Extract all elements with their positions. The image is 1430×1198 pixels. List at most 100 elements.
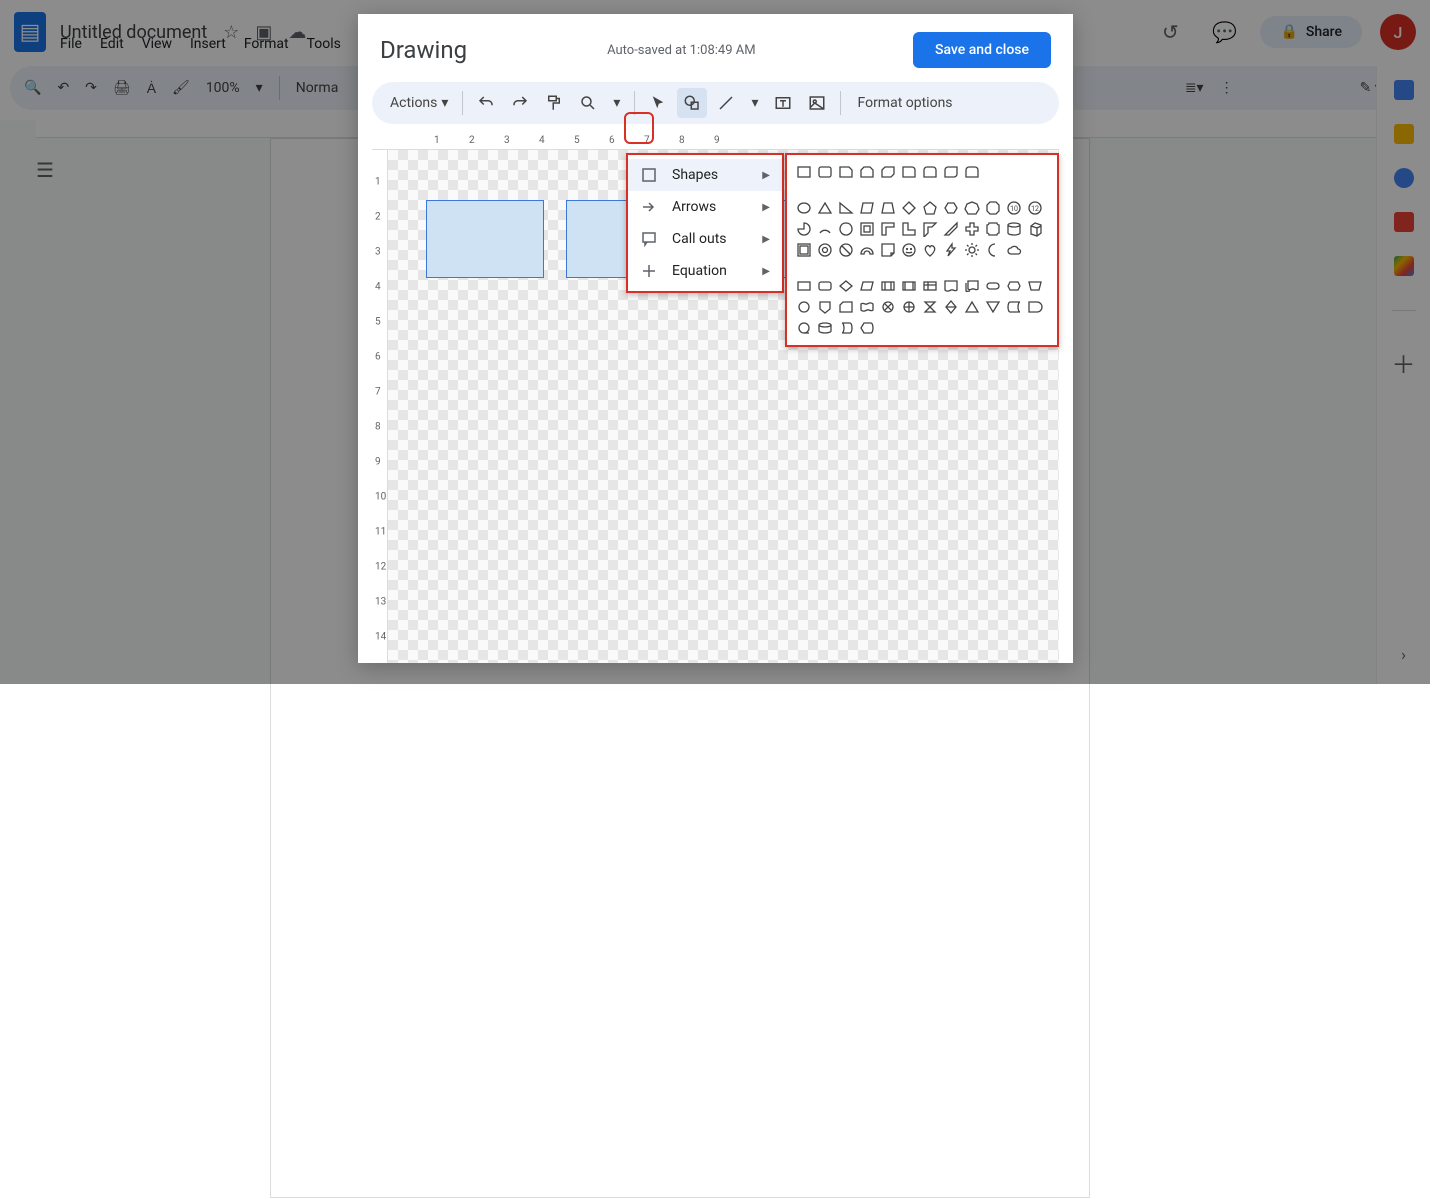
zoom-dropdown-icon[interactable]: ▾ <box>607 88 626 118</box>
shape-pentagon[interactable] <box>921 199 939 217</box>
submenu-arrow-icon: ▶ <box>762 266 770 277</box>
shape-flow-prep[interactable] <box>1005 277 1023 295</box>
shape-can[interactable] <box>1005 220 1023 238</box>
shape-flow-offpage[interactable] <box>816 298 834 316</box>
shape-flow-extract[interactable] <box>963 298 981 316</box>
shape-decagon[interactable]: 10 <box>1005 199 1023 217</box>
shape-lightning[interactable] <box>942 241 960 259</box>
shape-trapezoid[interactable] <box>879 199 897 217</box>
shape-flow-card[interactable] <box>837 298 855 316</box>
shape-flow-sort[interactable] <box>942 298 960 316</box>
arrows-menu-item[interactable]: Arrows ▶ <box>628 191 782 223</box>
shape-flow-roundrect[interactable] <box>816 277 834 295</box>
shape-heptagon[interactable] <box>963 199 981 217</box>
shape-block-arc[interactable] <box>858 241 876 259</box>
callouts-menu-item[interactable]: Call outs ▶ <box>628 223 782 255</box>
svg-text:12: 12 <box>1031 205 1039 213</box>
shape-round1[interactable] <box>900 163 918 181</box>
shape-diamond[interactable] <box>900 199 918 217</box>
shape-no-symbol[interactable] <box>837 241 855 259</box>
shape-cube[interactable] <box>1026 220 1044 238</box>
shape-teardrop[interactable] <box>837 220 855 238</box>
line-tool-icon[interactable] <box>711 88 741 118</box>
shape-smiley[interactable] <box>900 241 918 259</box>
shape-moon[interactable] <box>984 241 1002 259</box>
canvas-rectangle[interactable] <box>426 200 544 278</box>
shape-hexagon[interactable] <box>942 199 960 217</box>
shape-rect[interactable] <box>795 163 813 181</box>
textbox-tool-icon[interactable] <box>768 88 798 118</box>
shape-round-rect[interactable] <box>816 163 834 181</box>
save-and-close-button[interactable]: Save and close <box>913 32 1051 68</box>
shape-snip-diag[interactable] <box>879 163 897 181</box>
shape-parallelogram[interactable] <box>858 199 876 217</box>
shape-flow-or[interactable] <box>900 298 918 316</box>
submenu-arrow-icon: ▶ <box>762 170 770 181</box>
shape-flow-manual[interactable] <box>1026 277 1044 295</box>
image-tool-icon[interactable] <box>802 88 832 118</box>
shape-flow-sumjunc[interactable] <box>879 298 897 316</box>
undo-icon[interactable] <box>471 88 501 118</box>
paint-format-icon[interactable] <box>539 88 569 118</box>
shape-dropdown: Shapes ▶ Arrows ▶ Call outs ▶ Equation ▶ <box>626 153 784 293</box>
svg-text:10: 10 <box>1010 205 1018 213</box>
shape-flow-directstor[interactable] <box>837 319 855 337</box>
shape-ellipse[interactable] <box>795 199 813 217</box>
shapes-menu-item[interactable]: Shapes ▶ <box>628 159 782 191</box>
redo-icon[interactable] <box>505 88 535 118</box>
line-dropdown-icon[interactable]: ▾ <box>745 88 764 118</box>
shape-arc[interactable] <box>816 220 834 238</box>
shape-flow-multidoc[interactable] <box>963 277 981 295</box>
shape-flow-delay[interactable] <box>1026 298 1044 316</box>
shape-octagon[interactable] <box>984 199 1002 217</box>
shape-triangle[interactable] <box>816 199 834 217</box>
shape-round-diag[interactable] <box>942 163 960 181</box>
zoom-icon[interactable] <box>573 88 603 118</box>
shape-flow-predef[interactable] <box>900 277 918 295</box>
shape-half-frame[interactable] <box>879 220 897 238</box>
shape-flow-data[interactable] <box>879 277 897 295</box>
shape-plaque[interactable] <box>984 220 1002 238</box>
shape-flow-internal[interactable] <box>921 277 939 295</box>
format-options-button[interactable]: Format options <box>849 88 960 118</box>
shape-corner[interactable] <box>921 220 939 238</box>
shape-flow-stored[interactable] <box>1005 298 1023 316</box>
shape-flow-merge[interactable] <box>984 298 1002 316</box>
shape-flow-rect[interactable] <box>795 277 813 295</box>
shape-folded-corner[interactable] <box>879 241 897 259</box>
shape-diag-stripe[interactable] <box>942 220 960 238</box>
shape-flow-tape[interactable] <box>858 298 876 316</box>
shape-snip1[interactable] <box>837 163 855 181</box>
shape-dodecagon[interactable]: 12 <box>1026 199 1044 217</box>
shape-flow-para[interactable] <box>858 277 876 295</box>
shape-round-same[interactable] <box>963 163 981 181</box>
actions-menu[interactable]: Actions▾ <box>384 88 454 118</box>
shape-flow-seqstor[interactable] <box>795 319 813 337</box>
shape-pie[interactable] <box>795 220 813 238</box>
drawing-dialog: Drawing Auto-saved at 1:08:49 AM Save an… <box>358 14 1073 663</box>
shape-heart[interactable] <box>921 241 939 259</box>
shape-bevel[interactable] <box>795 241 813 259</box>
submenu-arrow-icon: ▶ <box>762 202 770 213</box>
shape-donut[interactable] <box>816 241 834 259</box>
shape-snip2[interactable] <box>858 163 876 181</box>
dialog-title: Drawing <box>380 36 467 64</box>
shape-flow-connector[interactable] <box>795 298 813 316</box>
shape-sun[interactable] <box>963 241 981 259</box>
shape-rt-triangle[interactable] <box>837 199 855 217</box>
equation-icon <box>640 262 658 280</box>
shape-flow-term[interactable] <box>984 277 1002 295</box>
shape-cloud[interactable] <box>1005 241 1023 259</box>
select-tool-icon[interactable] <box>643 88 673 118</box>
shape-flow-diamond[interactable] <box>837 277 855 295</box>
shape-frame[interactable] <box>858 220 876 238</box>
shape-l-shape[interactable] <box>900 220 918 238</box>
shape-flow-doc[interactable] <box>942 277 960 295</box>
shape-tool-icon[interactable] <box>677 88 707 118</box>
shape-round2[interactable] <box>921 163 939 181</box>
equation-menu-item[interactable]: Equation ▶ <box>628 255 782 287</box>
shape-flow-display[interactable] <box>858 319 876 337</box>
shape-flow-magdisk[interactable] <box>816 319 834 337</box>
shape-plus[interactable] <box>963 220 981 238</box>
shape-flow-collate[interactable] <box>921 298 939 316</box>
